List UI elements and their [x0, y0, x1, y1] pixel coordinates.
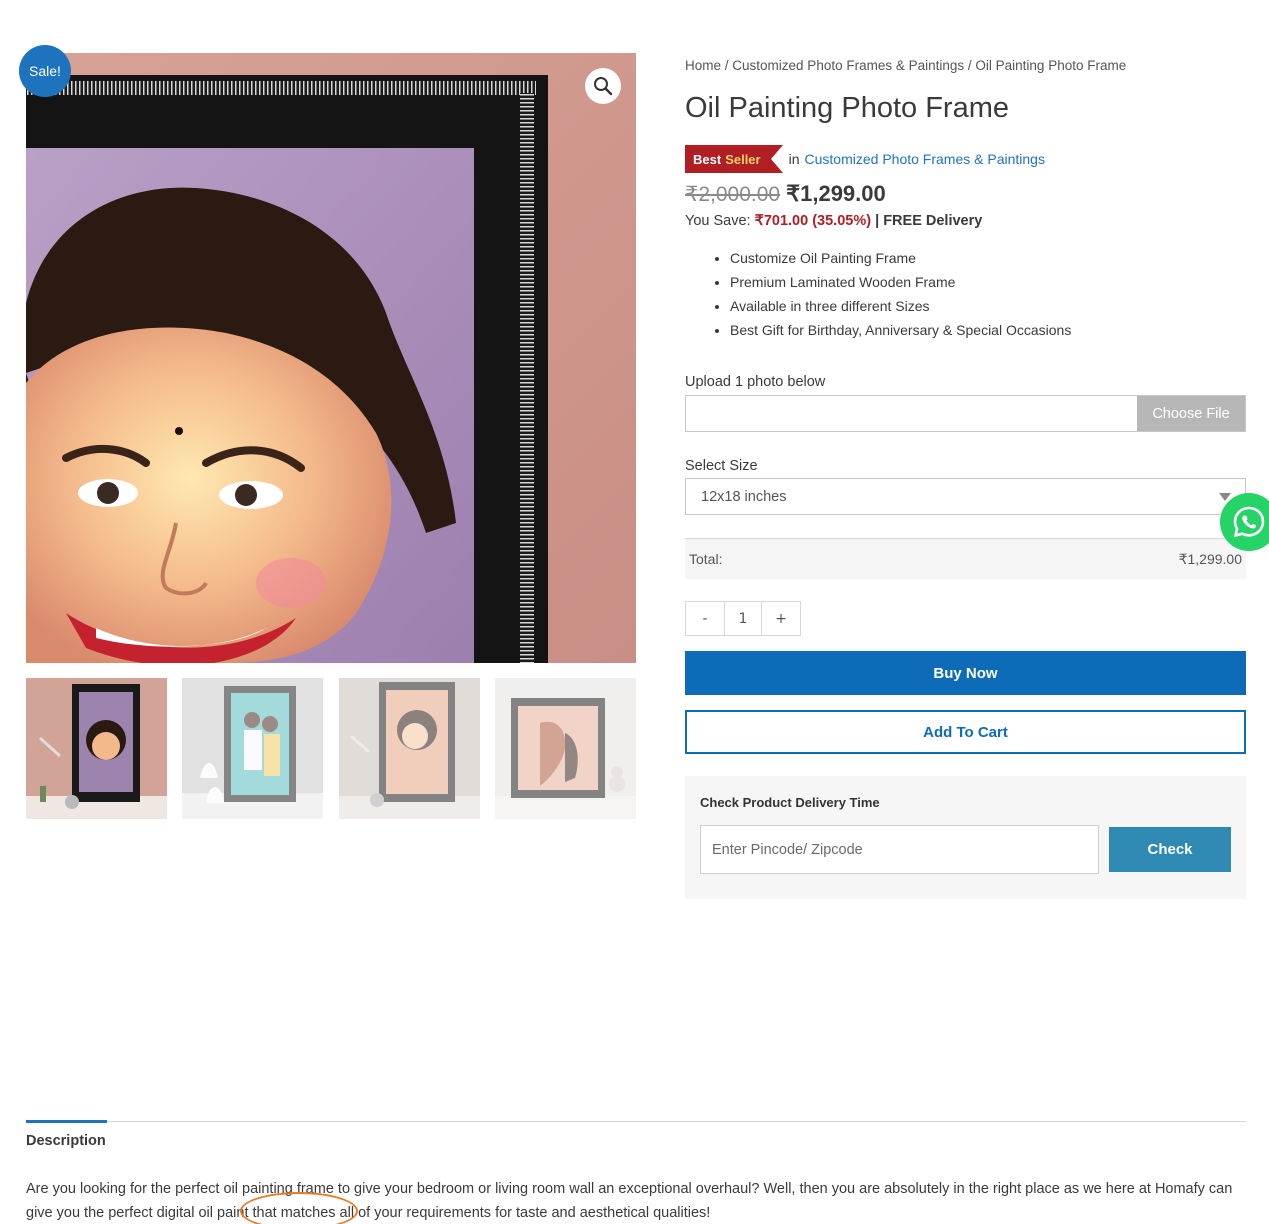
regular-price: ₹2,000.00 — [685, 183, 781, 206]
total-row: Total: ₹1,299.00 — [685, 538, 1246, 579]
savings-row: You Save: ₹701.00 (35.05%) | FREE Delive… — [685, 213, 982, 229]
thumbnail-4[interactable] — [495, 678, 636, 819]
breadcrumb-separator: / — [721, 58, 733, 73]
tabs-divider — [26, 1121, 1246, 1122]
page-title: Oil Painting Photo Frame — [685, 92, 1009, 124]
main-product-image[interactable] — [26, 53, 636, 663]
choose-file-button[interactable]: Choose File — [1137, 396, 1245, 431]
category-prefix: in — [788, 151, 800, 167]
best-seller-badge: Best Seller — [685, 145, 783, 173]
feature-item: Best Gift for Birthday, Anniversary & Sp… — [730, 318, 1071, 342]
check-delivery-button[interactable]: Check — [1109, 827, 1231, 872]
thumbnail-2[interactable] — [182, 678, 323, 819]
breadcrumb-current: Oil Painting Photo Frame — [975, 58, 1127, 73]
pincode-input[interactable]: Enter Pincode/ Zipcode — [700, 825, 1099, 874]
badge-row: Best Seller in Customized Photo Frames & … — [685, 145, 1045, 173]
whatsapp-chat-button[interactable] — [1220, 493, 1269, 551]
breadcrumb-category[interactable]: Customized Photo Frames & Paintings — [732, 58, 964, 73]
breadcrumb-home[interactable]: Home — [685, 58, 721, 73]
feature-item: Customize Oil Painting Frame — [730, 246, 1071, 270]
sale-price: ₹1,299.00 — [786, 181, 886, 206]
tab-description[interactable]: Description — [26, 1133, 106, 1149]
quantity-stepper: - 1 + — [685, 601, 801, 636]
oil-painting-portrait — [26, 53, 636, 663]
size-select[interactable]: 12x18 inches — [685, 478, 1246, 515]
sale-badge: Sale! — [19, 45, 71, 97]
zoom-button[interactable] — [585, 68, 621, 104]
free-delivery-label: FREE Delivery — [883, 213, 983, 229]
thumbnail-1[interactable] — [26, 678, 167, 819]
upload-label: Upload 1 photo below — [685, 374, 826, 390]
magnifier-icon — [594, 77, 613, 96]
thumbnail-3[interactable] — [339, 678, 480, 819]
whatsapp-icon — [1233, 506, 1265, 538]
size-select-value: 12x18 inches — [701, 488, 787, 505]
feature-item: Premium Laminated Wooden Frame — [730, 270, 1071, 294]
quantity-decrease-button[interactable]: - — [686, 602, 724, 635]
savings-label: You Save: — [685, 213, 755, 229]
photo-upload-field[interactable]: Choose File — [685, 395, 1246, 432]
add-to-cart-button[interactable]: Add To Cart — [685, 710, 1246, 754]
total-label: Total: — [689, 551, 723, 567]
breadcrumb: Home / Customized Photo Frames & Paintin… — [685, 58, 1126, 73]
quantity-input[interactable]: 1 — [724, 602, 762, 635]
savings-separator: | — [871, 213, 884, 229]
feature-item: Available in three different Sizes — [730, 294, 1071, 318]
price-row: ₹2,000.00 ₹1,299.00 — [685, 181, 886, 207]
breadcrumb-separator: / — [964, 58, 976, 73]
category-link[interactable]: Customized Photo Frames & Paintings — [805, 151, 1045, 167]
best-seller-badge-label-seller: Seller — [725, 151, 761, 167]
feature-list: Customize Oil Painting Frame Premium Lam… — [730, 246, 1071, 342]
total-value: ₹1,299.00 — [1178, 550, 1242, 567]
tab-active-indicator — [26, 1120, 107, 1123]
thumbnail-strip — [26, 678, 636, 819]
best-seller-badge-label-best: Best — [693, 151, 722, 167]
delivery-check-title: Check Product Delivery Time — [700, 795, 880, 810]
buy-now-button[interactable]: Buy Now — [685, 651, 1246, 695]
upload-filename-area[interactable] — [686, 396, 1137, 431]
size-label: Select Size — [685, 458, 758, 474]
delivery-check-panel: Check Product Delivery Time Enter Pincod… — [685, 776, 1246, 899]
description-text: Are you looking for the perfect oil pain… — [26, 1181, 1233, 1221]
savings-amount: ₹701.00 (35.05%) — [754, 213, 872, 229]
quantity-increase-button[interactable]: + — [762, 602, 800, 635]
